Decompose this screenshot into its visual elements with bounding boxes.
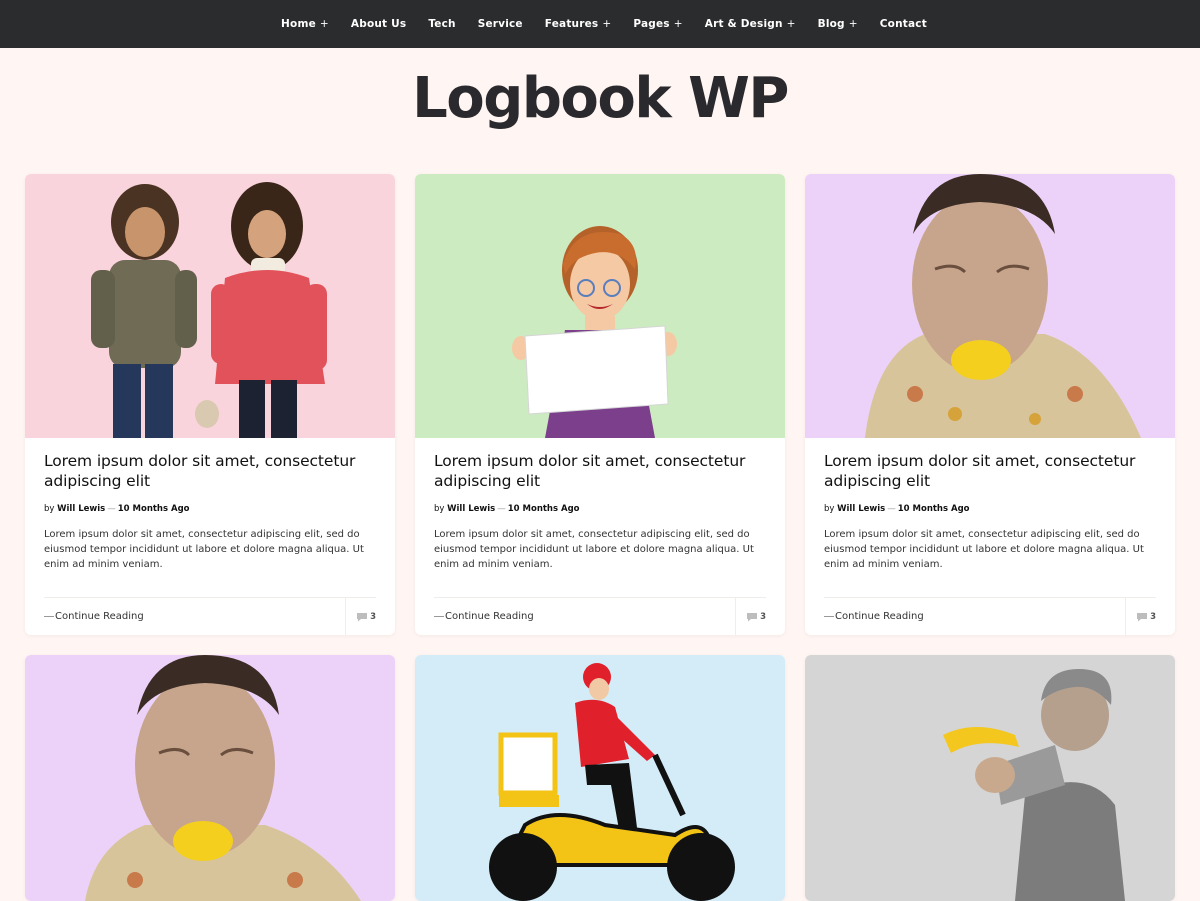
nav-item-label: About Us: [350, 18, 407, 30]
nav-item-blog[interactable]: Blog +: [807, 18, 869, 30]
comment-count: 3: [760, 611, 766, 622]
post-card: Lorem ipsum dolor sit amet, consectetur …: [415, 174, 785, 635]
plus-icon: +: [848, 18, 858, 30]
meta-separator: —: [887, 504, 896, 514]
dash-icon: [434, 615, 444, 617]
plus-icon: +: [319, 18, 329, 30]
post-card: [25, 655, 395, 901]
plus-icon: +: [602, 18, 612, 30]
comments-link[interactable]: 3: [735, 598, 766, 635]
comment-icon: [357, 612, 368, 621]
comment-count: 3: [1150, 611, 1156, 622]
post-footer: Continue Reading 3: [434, 597, 766, 635]
post-meta: by Will Lewis —10 Months Ago: [434, 504, 766, 514]
byline-prefix: by: [434, 504, 445, 514]
meta-separator: —: [107, 504, 116, 514]
post-thumbnail[interactable]: [805, 174, 1175, 438]
plus-icon: +: [786, 18, 796, 30]
post-card: Lorem ipsum dolor sit amet, consectetur …: [805, 174, 1175, 635]
nav-item-label: Service: [477, 18, 523, 30]
post-date[interactable]: 10 Months Ago: [118, 504, 190, 514]
post-author[interactable]: Will Lewis: [837, 504, 885, 514]
post-excerpt: Lorem ipsum dolor sit amet, consectetur …: [44, 529, 364, 570]
nav-item-label: Art & Design: [704, 18, 783, 30]
two-children-image: [91, 182, 327, 438]
continue-reading-label: Continue Reading: [445, 611, 534, 622]
post-body: Lorem ipsum dolor sit amet, consectetur …: [25, 438, 395, 635]
post-card: Lorem ipsum dolor sit amet, consectetur …: [25, 174, 395, 635]
dash-icon: [824, 615, 834, 617]
nav-item-art-design[interactable]: Art & Design +: [694, 18, 807, 30]
dash-icon: [44, 615, 54, 617]
post-card: [415, 655, 785, 901]
nav-item-label: Pages: [633, 18, 670, 30]
nav-item-label: Tech: [428, 18, 456, 30]
nav-item-tech[interactable]: Tech: [417, 18, 466, 30]
comments-link[interactable]: 3: [1125, 598, 1156, 635]
byline-prefix: by: [824, 504, 835, 514]
continue-reading-link[interactable]: Continue Reading: [434, 611, 534, 622]
continue-reading-label: Continue Reading: [55, 611, 144, 622]
post-date[interactable]: 10 Months Ago: [898, 504, 970, 514]
post-author[interactable]: Will Lewis: [57, 504, 105, 514]
meta-separator: —: [497, 504, 506, 514]
post-body: Lorem ipsum dolor sit amet, consectetur …: [805, 438, 1175, 635]
plus-icon: +: [673, 18, 683, 30]
comments-link[interactable]: 3: [345, 598, 376, 635]
nav-menu: Home + About Us Tech Service Features + Pa…: [262, 18, 938, 30]
top-navigation: Home + About Us Tech Service Features + Pa…: [0, 0, 1200, 48]
man-with-banana-image: [943, 669, 1125, 901]
comment-icon: [1137, 612, 1148, 621]
post-thumbnail[interactable]: [25, 174, 395, 438]
post-title[interactable]: Lorem ipsum dolor sit amet, consectetur …: [824, 451, 1156, 491]
post-excerpt: Lorem ipsum dolor sit amet, consectetur …: [824, 529, 1144, 570]
nav-item-label: Home: [281, 18, 316, 30]
post-body: Lorem ipsum dolor sit amet, consectetur …: [415, 438, 785, 635]
nav-item-contact[interactable]: Contact: [869, 18, 938, 30]
nav-item-pages[interactable]: Pages +: [622, 18, 693, 30]
nav-item-home[interactable]: Home +: [270, 18, 340, 30]
nav-item-about-us[interactable]: About Us: [340, 18, 417, 30]
post-title[interactable]: Lorem ipsum dolor sit amet, consectetur …: [434, 451, 766, 491]
post-meta: by Will Lewis —10 Months Ago: [44, 504, 376, 514]
continue-reading-link[interactable]: Continue Reading: [44, 611, 144, 622]
post-footer: Continue Reading 3: [824, 597, 1156, 635]
nav-item-service[interactable]: Service: [467, 18, 534, 30]
site-title[interactable]: Logbook WP: [0, 68, 1200, 130]
continue-reading-link[interactable]: Continue Reading: [824, 611, 924, 622]
posts-grid: Lorem ipsum dolor sit amet, consectetur …: [25, 174, 1175, 901]
comment-count: 3: [370, 611, 376, 622]
man-biting-lemon-image: [85, 655, 361, 901]
post-thumbnail[interactable]: [805, 655, 1175, 901]
post-card: [805, 655, 1175, 901]
post-thumbnail[interactable]: [25, 655, 395, 901]
post-date[interactable]: 10 Months Ago: [508, 504, 580, 514]
post-excerpt: Lorem ipsum dolor sit amet, consectetur …: [434, 529, 754, 570]
continue-reading-label: Continue Reading: [835, 611, 924, 622]
comment-icon: [747, 612, 758, 621]
post-footer: Continue Reading 3: [44, 597, 376, 635]
post-thumbnail[interactable]: [415, 174, 785, 438]
post-author[interactable]: Will Lewis: [447, 504, 495, 514]
delivery-scooter-illustration: [489, 663, 735, 901]
nav-item-label: Blog: [817, 18, 845, 30]
man-biting-lemon-image: [865, 174, 1141, 438]
post-thumbnail[interactable]: [415, 655, 785, 901]
post-meta: by Will Lewis —10 Months Ago: [824, 504, 1156, 514]
woman-holding-sign-illustration: [512, 226, 677, 438]
nav-item-label: Contact: [879, 18, 927, 30]
nav-item-label: Features: [544, 18, 599, 30]
post-title[interactable]: Lorem ipsum dolor sit amet, consectetur …: [44, 451, 376, 491]
nav-item-features[interactable]: Features +: [534, 18, 623, 30]
byline-prefix: by: [44, 504, 55, 514]
